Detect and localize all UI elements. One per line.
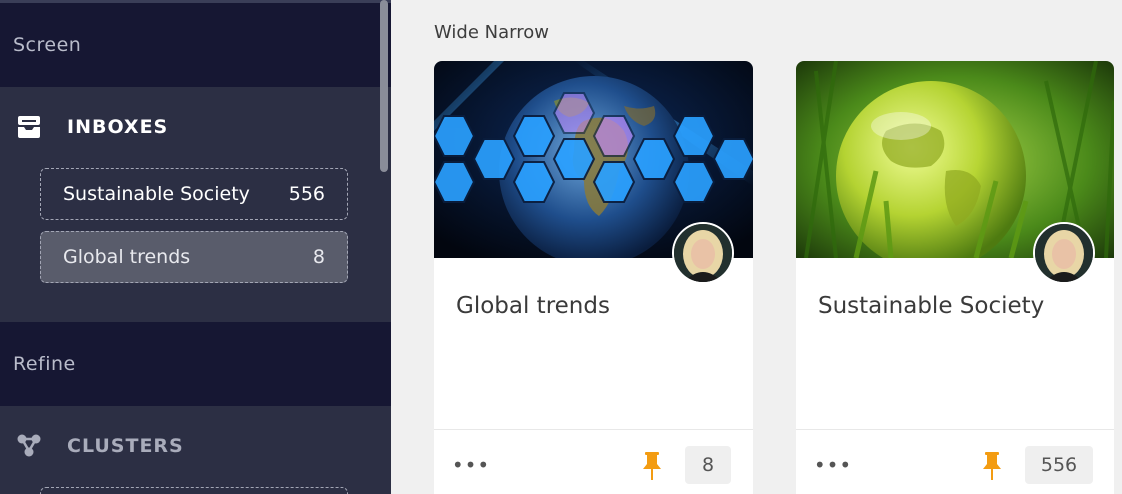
card-title: Sustainable Society: [818, 293, 1045, 319]
main-content: Wide Narrow Global trends ••• 8 Sustaina…: [391, 0, 1122, 494]
item-count-badge: 8: [685, 446, 731, 484]
inbox-tray-icon: [16, 114, 42, 140]
inboxes-group-header[interactable]: INBOXES: [16, 114, 168, 140]
section-header-screen: Screen: [0, 3, 391, 87]
cluster-item-partial[interactable]: [40, 487, 348, 494]
pin-icon[interactable]: [981, 451, 1003, 481]
section-header-refine: Refine: [0, 322, 391, 406]
user-avatar[interactable]: [672, 222, 734, 284]
inbox-item-label: Global trends: [63, 246, 191, 268]
item-count-badge: 556: [1025, 446, 1093, 484]
section-label-screen: Screen: [13, 34, 82, 56]
inbox-item-count: 8: [312, 246, 325, 268]
inboxes-label: INBOXES: [67, 116, 169, 138]
card-title: Global trends: [456, 293, 610, 319]
user-avatar[interactable]: [1033, 222, 1095, 284]
section-label-refine: Refine: [13, 353, 76, 375]
card-divider: [796, 429, 1114, 430]
inbox-item-sustainable-society[interactable]: Sustainable Society 556: [40, 168, 348, 220]
board-card-global-trends[interactable]: Global trends ••• 8: [434, 61, 753, 494]
sidebar: Screen INBOXES Sustainable Society 556 G…: [0, 0, 391, 494]
inbox-item-count: 556: [288, 183, 325, 205]
more-options-button[interactable]: •••: [814, 453, 851, 477]
inbox-item-global-trends[interactable]: Global trends 8: [40, 231, 348, 283]
card-divider: [434, 429, 753, 430]
board-card-sustainable-society[interactable]: Sustainable Society ••• 556: [796, 61, 1114, 494]
inbox-item-label: Sustainable Society: [63, 183, 250, 205]
clusters-group-header[interactable]: CLUSTERS: [16, 433, 184, 459]
more-options-button[interactable]: •••: [452, 453, 489, 477]
layout-title: Wide Narrow: [434, 22, 549, 43]
cluster-nodes-icon: [16, 433, 42, 459]
clusters-label: CLUSTERS: [67, 435, 184, 457]
sidebar-scrollbar[interactable]: [380, 0, 388, 172]
pin-icon[interactable]: [641, 451, 663, 481]
